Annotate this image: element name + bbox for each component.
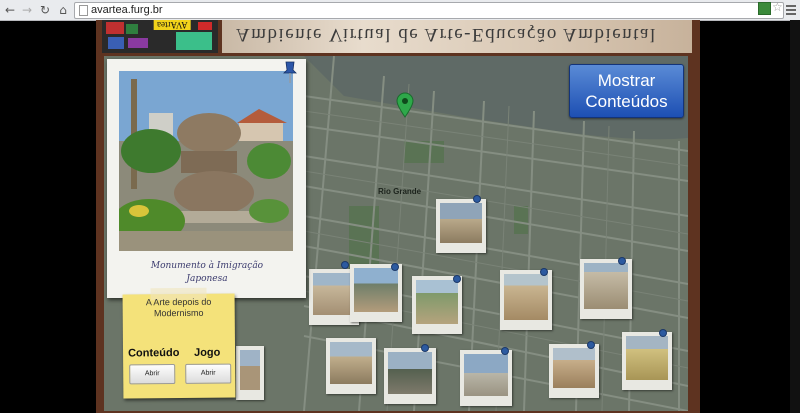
map-pin-icon <box>454 276 460 282</box>
show-contents-button[interactable]: Mostrar Conteúdos <box>569 64 684 118</box>
map-pin-icon <box>619 258 625 264</box>
address-bar[interactable]: avartea.furg.br <box>74 2 784 19</box>
pushpin-icon <box>283 61 297 83</box>
map-photo-thumbnail[interactable] <box>350 264 402 322</box>
map-photo-thumbnail[interactable] <box>326 338 376 394</box>
site-title-banner: Ambiente Virtual de Arte-Educação Ambien… <box>222 20 692 53</box>
site-logo[interactable]: AVArtea <box>102 20 218 53</box>
open-game-button[interactable]: Abrir <box>185 363 232 384</box>
featured-photo-card[interactable]: Monumento à Imigração Japonesa <box>107 59 306 298</box>
map-photo-thumbnail[interactable] <box>500 270 552 330</box>
map-pin-icon <box>502 348 508 354</box>
map-photo-thumbnail[interactable] <box>236 346 264 400</box>
menu-icon[interactable] <box>786 5 796 17</box>
note-title: A Arte depois do Modernismo <box>123 297 235 320</box>
home-icon[interactable]: ⌂ <box>56 3 70 17</box>
map-city-label: Rio Grande <box>378 187 422 196</box>
photo-caption-line2: Japonesa <box>186 274 228 284</box>
map-photo-thumbnail[interactable] <box>580 259 632 319</box>
game-label: Jogo <box>194 346 221 359</box>
arrow-left-icon[interactable]: ← <box>3 3 17 17</box>
show-contents-line2: Conteúdos <box>585 92 668 111</box>
extension-icon[interactable] <box>758 2 771 15</box>
monument-photo <box>119 71 293 251</box>
map-photo-thumbnail[interactable] <box>412 276 462 334</box>
map-pin-icon <box>541 269 547 275</box>
photo-caption: Monumento à Imigração Japonesa <box>147 260 267 286</box>
show-contents-line1: Mostrar <box>597 71 656 90</box>
note-title-line2: Modernismo <box>153 307 204 319</box>
map-photo-thumbnail[interactable] <box>549 344 599 398</box>
map-photo-thumbnail[interactable] <box>436 199 486 253</box>
open-content-button[interactable]: Abrir <box>129 364 176 385</box>
photo-caption-line1: Monumento à Imigração <box>150 261 264 271</box>
map-photo-thumbnail[interactable] <box>384 348 436 404</box>
url-text: avartea.furg.br <box>91 4 163 16</box>
map-pin-icon <box>342 262 348 268</box>
logo-text: AVArtea <box>154 20 191 30</box>
map-pin-icon <box>392 264 398 270</box>
page-scrollbar[interactable] <box>790 20 800 413</box>
map-pin-icon <box>660 330 666 336</box>
map-photo-thumbnail[interactable] <box>460 350 512 406</box>
map-pin-icon <box>422 345 428 351</box>
site-title: Ambiente Virtual de Arte-Educação Ambien… <box>236 24 657 45</box>
browser-toolbar: ← → ↻ ⌂ avartea.furg.br ☆ <box>0 0 800 21</box>
map-pin-icon <box>474 196 480 202</box>
reload-icon[interactable]: ↻ <box>38 3 52 17</box>
sticky-note: A Arte depois do Modernismo Conteúdo Jog… <box>122 287 236 399</box>
content-label: Conteúdo <box>128 346 180 360</box>
map-photo-thumbnail[interactable] <box>622 332 672 390</box>
bookmark-star-icon[interactable]: ☆ <box>772 1 783 13</box>
location-marker-icon[interactable] <box>396 92 414 118</box>
arrow-right-icon[interactable]: → <box>20 3 34 17</box>
map-pin-icon <box>588 342 594 348</box>
page-icon <box>79 5 88 16</box>
